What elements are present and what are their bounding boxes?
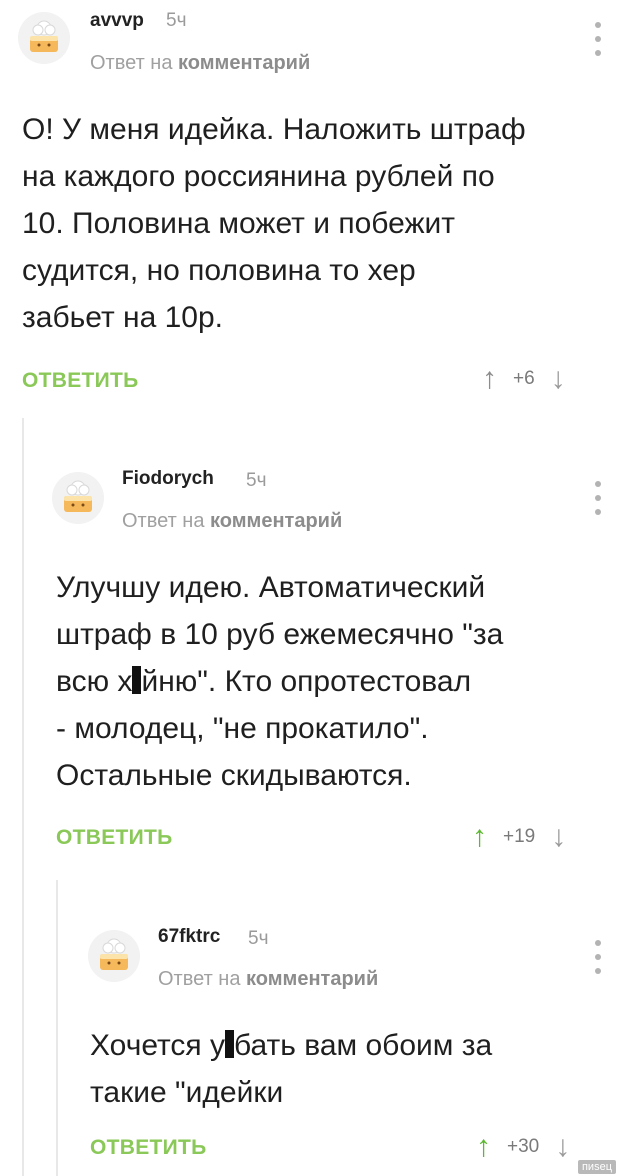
reply-button[interactable]: ОТВЕТИТЬ xyxy=(56,826,173,850)
timestamp: 5ч xyxy=(246,470,267,491)
reply-prefix: Ответ на xyxy=(90,52,173,74)
reply-to-line: Ответ на комментарий xyxy=(90,52,310,75)
username[interactable]: avvvp xyxy=(90,10,144,32)
cake-avatar-icon xyxy=(18,12,70,64)
vote-controls: ↑ +30 ↓ xyxy=(476,1132,570,1162)
cake-avatar-icon xyxy=(88,930,140,982)
thread-line-level-2 xyxy=(56,880,58,1176)
vote-controls: ↑ +6 ↓ xyxy=(482,364,566,394)
username[interactable]: Fiodorych xyxy=(122,468,214,490)
reply-button[interactable]: ОТВЕТИТЬ xyxy=(22,369,139,393)
downvote-icon[interactable]: ↓ xyxy=(551,364,566,394)
vote-controls: ↑ +19 ↓ xyxy=(472,822,566,852)
comment-text: О! У меня идейка. Наложить штраф на кажд… xyxy=(22,113,526,334)
reply-button[interactable]: ОТВЕТИТЬ xyxy=(90,1136,207,1160)
more-menu-icon[interactable] xyxy=(593,481,603,515)
downvote-icon[interactable]: ↓ xyxy=(551,822,566,852)
upvote-icon[interactable]: ↑ xyxy=(482,364,497,394)
vote-count: +30 xyxy=(507,1136,540,1157)
upvote-icon[interactable]: ↑ xyxy=(476,1132,491,1162)
thread-line-level-1 xyxy=(22,418,24,1176)
reply-to-line: Ответ на комментарий xyxy=(122,510,342,533)
avatar[interactable] xyxy=(18,12,70,64)
username[interactable]: 67fktrc xyxy=(158,926,220,948)
reply-target-link[interactable]: комментарий xyxy=(246,968,378,990)
watermark: пиsец xyxy=(577,1160,616,1174)
reply-target-link[interactable]: комментарий xyxy=(178,52,310,74)
reply-target-link[interactable]: комментарий xyxy=(210,510,342,532)
more-menu-icon[interactable] xyxy=(593,940,603,974)
vote-count: +6 xyxy=(513,368,535,389)
more-menu-icon[interactable] xyxy=(593,22,603,56)
reply-to-line: Ответ на комментарий xyxy=(158,968,378,991)
cake-avatar-icon xyxy=(52,472,104,524)
reply-prefix: Ответ на xyxy=(122,510,205,532)
avatar[interactable] xyxy=(52,472,104,524)
reply-prefix: Ответ на xyxy=(158,968,241,990)
downvote-icon[interactable]: ↓ xyxy=(555,1132,570,1162)
avatar[interactable] xyxy=(88,930,140,982)
comment-text-part-1: Хочется у xyxy=(90,1029,225,1062)
timestamp: 5ч xyxy=(248,928,269,949)
censor-block xyxy=(225,1030,234,1058)
comment-text: Улучшу идею. Автоматический штраф в 10 р… xyxy=(56,564,606,799)
vote-count: +19 xyxy=(503,826,536,847)
upvote-icon[interactable]: ↑ xyxy=(472,822,487,852)
timestamp: 5ч xyxy=(166,10,187,31)
comment-text: Хочется у бать вам обоим за такие "идейки xyxy=(90,1022,610,1116)
